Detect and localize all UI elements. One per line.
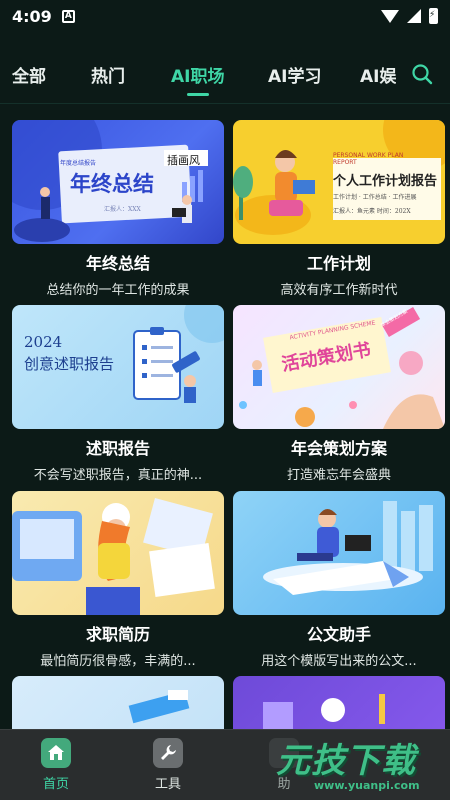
tab-label: AI学习 — [268, 66, 322, 87]
battery-charging-icon — [429, 8, 438, 24]
card-thumbnail — [233, 676, 445, 729]
wrench-icon — [153, 738, 183, 768]
nav-label: 工具 — [154, 777, 181, 792]
card-thumbnail: 年度总结报告 年终总结 插画风 汇报人：XXX — [12, 120, 224, 244]
tab-ai-workplace[interactable]: AI职场 — [171, 62, 225, 96]
accessibility-badge-icon: A — [61, 9, 75, 23]
card-title: 年会策划方案 — [290, 439, 387, 458]
card-thumbnail — [12, 676, 224, 729]
card-partial-right[interactable] — [233, 676, 445, 729]
thumb-tag: 插画风 — [167, 154, 200, 167]
card-title: 求职简历 — [85, 625, 150, 644]
thumb-heading: 创意述职报告 — [24, 355, 115, 373]
card-thumbnail: ACTIVITY PLANNING SCHEME 活动策划书 年会策划方案 — [233, 305, 445, 429]
tab-ai-study[interactable]: AI学习 — [268, 62, 321, 87]
watermark-text: 元技下载 — [276, 741, 416, 781]
category-tabs: 全部 热门 AI职场 AI学习 AI娱 — [0, 52, 450, 96]
card-partial-left[interactable] — [12, 676, 224, 729]
thumb-heading: 个人工作计划报告 — [333, 174, 438, 189]
tab-label: 全部 — [12, 66, 46, 87]
thumb-chips: 工作计划 · 工作总结 · 工作进展 — [333, 194, 417, 201]
thumb-sub: 汇报人：XXX — [104, 206, 141, 213]
thumb-en-title: PERSONAL WORK PLAN REPORT — [333, 152, 404, 166]
wifi-icon — [381, 9, 399, 23]
home-icon — [41, 738, 71, 768]
tab-ai-entertainment[interactable]: AI娱 — [360, 62, 396, 87]
status-time: 4:09 — [12, 6, 52, 26]
card-desc: 不会写述职报告，真正的神... — [33, 468, 203, 483]
watermark-url: www.yuanpi.com — [314, 779, 420, 792]
nav-home[interactable]: 首页 — [26, 738, 86, 792]
card-desc: 总结你的一年工作的成果 — [46, 283, 190, 298]
tab-label: AI职场 — [171, 66, 225, 87]
tab-label: 热门 — [91, 66, 125, 87]
card-desc: 高效有序工作新时代 — [280, 283, 398, 298]
template-grid: 年度总结报告 年终总结 插画风 汇报人：XXX 年终总结 总结你的一年工作的成果… — [0, 104, 450, 729]
signal-icon — [407, 9, 421, 23]
tab-label: AI娱 — [360, 66, 396, 87]
nav-tools[interactable]: 工具 — [138, 738, 198, 792]
card-title: 述职报告 — [85, 439, 150, 458]
card-work-plan[interactable]: PERSONAL WORK PLAN REPORT 个人工作计划报告 工作计划 … — [233, 120, 445, 298]
card-desc: 打造难忘年会盛典 — [286, 468, 391, 483]
search-icon[interactable] — [410, 62, 434, 86]
card-document-assistant[interactable]: 公文助手 用这个模版写出来的公文... — [233, 491, 445, 669]
card-thumbnail — [12, 491, 224, 615]
nav-label: 首页 — [42, 777, 69, 792]
thumb-top-text: 年度总结报告 — [60, 160, 97, 167]
card-resume[interactable]: 求职简历 最怕简历很骨感，丰满的... — [12, 491, 224, 669]
card-title: 公文助手 — [306, 625, 371, 644]
card-thumbnail — [233, 491, 445, 615]
watermark-logo: 元技下载 www.yuanpi.com — [270, 733, 445, 795]
card-desc: 用这个模版写出来的公文... — [261, 654, 417, 669]
tab-all[interactable]: 全部 — [12, 62, 46, 87]
card-annual-party-plan[interactable]: ACTIVITY PLANNING SCHEME 活动策划书 年会策划方案 年会… — [233, 305, 445, 483]
thumb-year: 2024 — [24, 333, 63, 351]
card-thumbnail: PERSONAL WORK PLAN REPORT 个人工作计划报告 工作计划 … — [233, 120, 445, 244]
card-thumbnail: 2024 创意述职报告 — [12, 305, 224, 429]
status-bar: 4:09 A — [0, 0, 450, 32]
card-title: 年终总结 — [85, 254, 150, 273]
thumb-sub: 汇报人：鱼元素 时间：202X — [333, 208, 411, 215]
card-desc: 最怕简历很骨感，丰满的... — [40, 654, 196, 669]
card-work-report[interactable]: 2024 创意述职报告 述职报告 不会写述职报告，真正的神... — [12, 305, 224, 483]
thumb-heading: 年终总结 — [70, 171, 154, 196]
tab-hot[interactable]: 热门 — [91, 62, 125, 87]
active-tab-indicator — [186, 92, 209, 96]
card-title: 工作计划 — [306, 254, 371, 273]
card-year-end-summary[interactable]: 年度总结报告 年终总结 插画风 汇报人：XXX 年终总结 总结你的一年工作的成果 — [12, 120, 224, 298]
